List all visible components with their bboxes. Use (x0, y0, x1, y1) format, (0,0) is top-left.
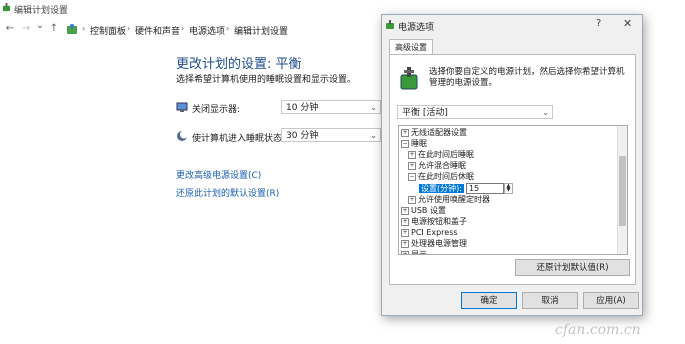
collapse-icon[interactable]: − (401, 139, 409, 148)
tree-item-label: 处理器电源管理 (411, 239, 467, 248)
close-button[interactable]: ✕ (623, 17, 632, 30)
tree-item-label: PCI Express (411, 228, 458, 237)
expand-icon[interactable]: + (408, 150, 416, 159)
window-title: 编辑计划设置 (14, 6, 69, 16)
breadcrumb-separator: › (127, 24, 131, 33)
sleep-value: 30 分钟 (286, 131, 319, 141)
power-options-icon (386, 20, 394, 29)
ok-button[interactable]: 确定 (461, 292, 517, 309)
tree-item-label: 在此时间后休眠 (418, 172, 474, 181)
dialog-title: 电源选项 (398, 23, 435, 33)
tree-item[interactable]: − 在此时间后休眠 (408, 172, 474, 182)
power-plan-select[interactable]: 平衡 [活动] ⌄ (397, 105, 553, 119)
help-button[interactable]: ? (596, 18, 601, 29)
expand-icon[interactable]: + (401, 228, 409, 237)
recent-locations-button[interactable]: ⌄ (34, 19, 46, 33)
tree-item[interactable]: + 允许混合睡眠 (408, 161, 466, 171)
breadcrumb-edit-plan[interactable]: 编辑计划设置 (234, 24, 288, 37)
tree-item[interactable]: − 睡眠 (401, 139, 427, 149)
tree-item[interactable]: + 处理器电源管理 (401, 239, 467, 249)
expand-icon[interactable]: + (401, 206, 409, 215)
tab-advanced-settings[interactable]: 高级设置 (389, 39, 433, 55)
forward-button[interactable]: → (20, 22, 32, 36)
breadcrumb-hardware-sound[interactable]: 硬件和声音 (135, 24, 180, 37)
page-title: 更改计划的设置: 平衡 (176, 57, 302, 72)
watermark: cfan.com.cn (555, 322, 641, 338)
chevron-down-icon: ⌄ (370, 103, 377, 112)
power-plan-value: 平衡 [活动] (402, 108, 448, 118)
tree-item-label: 睡眠 (411, 139, 427, 148)
tree-item[interactable]: + 电源按钮和盖子 (401, 217, 467, 227)
expand-icon[interactable]: + (408, 161, 416, 170)
display-off-select[interactable]: 10 分钟 ⌄ (281, 100, 381, 114)
breadcrumb-power-options[interactable]: 电源选项 (189, 24, 225, 37)
sleep-moon-icon (177, 130, 188, 141)
tree-item[interactable]: + 允许使用唤醒定时器 (408, 195, 490, 205)
chevron-down-icon: ⌄ (542, 108, 549, 117)
sleep-label: 使计算机进入睡眠状态: (192, 134, 286, 144)
tree-item-label: 电源按钮和盖子 (411, 217, 467, 226)
breadcrumb-separator: › (226, 24, 230, 33)
display-off-value: 10 分钟 (286, 103, 319, 113)
dialog-description: 选择你要自定义的电源计划，然后选择你希望计算机管理的电源设置。 (429, 67, 625, 88)
restore-plan-defaults-button[interactable]: 还原计划默认值(R) (515, 259, 630, 276)
control-panel-icon (67, 24, 77, 34)
restore-defaults-link[interactable]: 还原此计划的默认设置(R) (176, 186, 279, 199)
chevron-down-icon: ⌄ (370, 131, 377, 140)
power-options-icon (2, 3, 11, 12)
setting-minutes-input[interactable]: 15 (465, 183, 504, 194)
power-plan-icon (400, 67, 418, 90)
monitor-icon (176, 102, 188, 112)
expand-icon[interactable]: + (401, 217, 409, 226)
sleep-select[interactable]: 30 分钟 ⌄ (281, 128, 381, 142)
spin-stepper[interactable]: ▲ ▼ (503, 183, 513, 194)
display-off-label: 关闭显示器: (192, 105, 241, 115)
power-options-dialog: 电源选项 ? ✕ 高级设置 选择你要自定义的电源计划，然后选择你希望计算机管理的… (381, 14, 643, 316)
expand-icon[interactable]: + (401, 128, 409, 137)
tree-item[interactable]: + PCI Express (401, 228, 458, 238)
apply-button[interactable]: 应用(A) (583, 292, 639, 309)
expand-icon[interactable]: + (401, 239, 409, 248)
tree-item-label: USB 设置 (411, 206, 446, 215)
scrollbar-thumb[interactable] (619, 156, 626, 226)
tree-item-label: 显示 (411, 250, 427, 255)
change-advanced-settings-link[interactable]: 更改高级电源设置(C) (176, 168, 261, 181)
setting-row: 设置(分钟): 15 ▲ ▼ (419, 183, 513, 194)
tree-item[interactable]: + 在此时间后睡眠 (408, 150, 474, 160)
collapse-icon[interactable]: − (408, 172, 416, 181)
expand-icon[interactable]: + (408, 195, 416, 204)
setting-minutes-label: 设置(分钟): (419, 184, 464, 193)
expand-icon[interactable]: + (401, 250, 409, 254)
settings-tree[interactable]: + 无线适配器设置 − 睡眠 + 在此时间后睡眠 + 允许混合睡眠 − 在此时间后休眠 设… (398, 125, 628, 255)
tree-item-label: 在此时间后睡眠 (418, 150, 474, 159)
tree-scrollbar[interactable] (617, 126, 627, 254)
cancel-button[interactable]: 取消 (522, 292, 578, 309)
back-button[interactable]: ← (4, 22, 16, 36)
tree-item-label: 允许混合睡眠 (418, 161, 466, 170)
tree-item-label: 无线适配器设置 (411, 128, 467, 137)
page-subtitle: 选择希望计算机使用的睡眠设置和显示设置。 (176, 75, 357, 85)
tree-item[interactable]: + 无线适配器设置 (401, 128, 467, 138)
breadcrumb-separator: › (82, 24, 86, 33)
tree-item[interactable]: + 显示 (401, 250, 427, 255)
tree-item[interactable]: + USB 设置 (401, 206, 446, 216)
breadcrumb-separator: › (181, 24, 185, 33)
tree-item-label: 允许使用唤醒定时器 (418, 195, 490, 204)
up-button[interactable]: ↑ (48, 22, 60, 36)
breadcrumb-control-panel[interactable]: 控制面板 (90, 24, 126, 37)
